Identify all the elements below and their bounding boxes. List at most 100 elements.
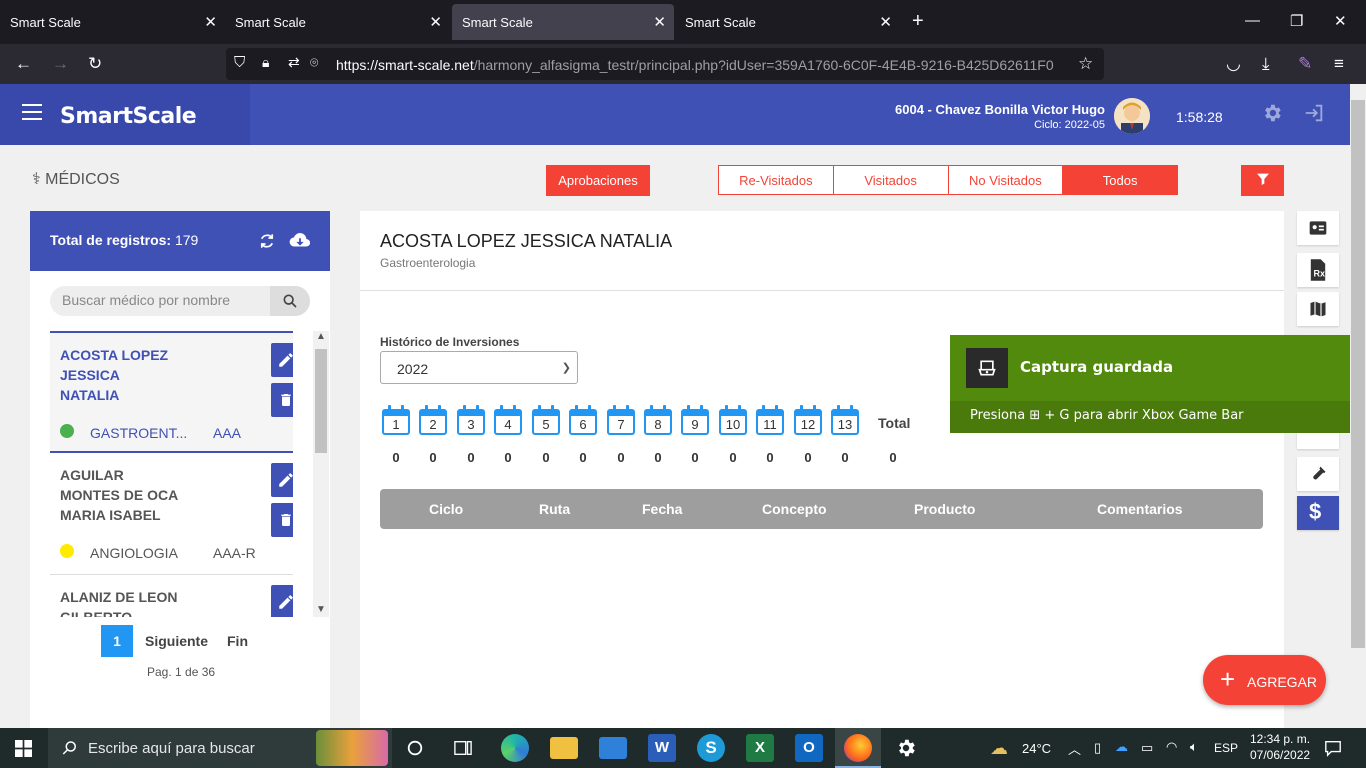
next-page-link[interactable]: Siguiente xyxy=(145,633,208,649)
download-icon[interactable]: ⤓ xyxy=(1262,54,1270,74)
delete-button[interactable] xyxy=(271,503,293,537)
chevron-up-icon[interactable]: ︿ xyxy=(1068,739,1081,758)
list-item[interactable]: AGUILAR MONTES DE OCA MARIA ISABEL ANGIOLO… xyxy=(50,453,293,575)
file-explorer-icon[interactable] xyxy=(550,737,578,759)
settings-icon[interactable] xyxy=(895,737,917,759)
tab-re-visitados[interactable]: Re-Visitados xyxy=(719,166,834,194)
excel-icon[interactable]: X xyxy=(746,734,774,762)
browser-tab-active[interactable]: Smart Scale ✕ xyxy=(452,4,674,40)
task-view-icon[interactable] xyxy=(454,739,472,757)
url-bar[interactable]: ⛉ 🔒︎ ⇄ ⌾ https://smart-scale.net/harmony… xyxy=(226,48,1104,80)
search-input[interactable] xyxy=(62,292,262,308)
close-icon[interactable]: ✕ xyxy=(429,13,442,31)
clock[interactable]: 12:34 p. m. 07/06/2022 xyxy=(1250,731,1310,763)
edit-button[interactable] xyxy=(271,343,293,377)
windows-start-icon[interactable] xyxy=(15,740,32,757)
search-button[interactable] xyxy=(270,286,310,316)
doctor-name: ALANIZ DE LEON GILBERTO xyxy=(60,587,177,617)
weather-icon[interactable]: ☁ xyxy=(990,738,1008,759)
doctor-name: AGUILAR MONTES DE OCA MARIA ISABEL xyxy=(60,465,178,525)
month-number: 10 xyxy=(719,416,747,435)
browser-tab[interactable]: Smart Scale ✕ xyxy=(675,0,900,44)
toast-notification[interactable]: Captura guardada Presiona ⊞ + G para abr… xyxy=(950,335,1350,433)
logout-icon[interactable] xyxy=(1303,102,1325,124)
volume-icon[interactable]: 🔈︎ xyxy=(1190,739,1198,755)
minimize-icon[interactable]: — xyxy=(1245,12,1260,29)
list-item[interactable]: ALANIZ DE LEON GILBERTO xyxy=(50,575,293,617)
scroll-down-icon[interactable]: ▼ xyxy=(316,604,326,615)
edit-button[interactable] xyxy=(271,585,293,617)
cloud-download-icon[interactable] xyxy=(289,230,311,252)
word-icon[interactable]: W xyxy=(648,734,676,762)
tab-no-visitados[interactable]: No Visitados xyxy=(948,166,1064,194)
restore-icon[interactable]: ❐ xyxy=(1290,12,1303,30)
wifi-icon[interactable]: ◠ xyxy=(1166,739,1177,755)
menu-icon[interactable]: ≡ xyxy=(1334,54,1344,74)
taskbar-search[interactable]: Escribe aquí para buscar xyxy=(48,728,392,768)
pencil-icon xyxy=(279,353,293,367)
last-page-link[interactable]: Fin xyxy=(227,633,248,649)
close-icon[interactable]: ✕ xyxy=(879,13,892,31)
plus-icon: + xyxy=(1220,664,1236,694)
year-select[interactable]: 2022 ❯ xyxy=(380,351,578,384)
delete-button[interactable] xyxy=(271,383,293,417)
list-scrollbar-thumb[interactable] xyxy=(315,349,327,453)
language-indicator[interactable]: ESP xyxy=(1214,741,1238,755)
close-icon[interactable]: ✕ xyxy=(653,13,666,31)
lock-icon[interactable]: 🔒︎ xyxy=(262,54,269,71)
forward-icon[interactable]: → xyxy=(52,54,69,74)
sample-button[interactable] xyxy=(1297,457,1339,491)
month-number: 3 xyxy=(457,416,485,435)
investment-button[interactable]: $ xyxy=(1297,496,1339,530)
reload-icon[interactable]: ↻ xyxy=(88,54,102,74)
contact-card-button[interactable] xyxy=(1297,211,1339,245)
cortana-icon[interactable] xyxy=(406,739,424,757)
approvals-button[interactable]: Aprobaciones xyxy=(546,165,650,196)
edit-button[interactable] xyxy=(271,463,293,497)
map-button[interactable] xyxy=(1297,292,1339,326)
refresh-icon[interactable] xyxy=(258,232,276,250)
doctor-specialty: Gastroenterologia xyxy=(380,256,476,270)
mail-icon[interactable] xyxy=(599,737,627,759)
outlook-icon[interactable]: O xyxy=(795,734,823,762)
page-number-button[interactable]: 1 xyxy=(101,625,133,657)
calendar-month-icon: 5 xyxy=(532,405,560,435)
gear-icon[interactable] xyxy=(1261,102,1283,124)
windows-taskbar: Escribe aquí para buscar W S X O ☁ 24°C … xyxy=(0,728,1366,768)
tab-todos[interactable]: Todos xyxy=(1063,166,1177,194)
month-value: 0 xyxy=(504,450,512,465)
close-icon[interactable]: ✕ xyxy=(204,13,217,31)
notifications-icon[interactable] xyxy=(1324,739,1342,757)
device-icon[interactable]: ▯ xyxy=(1094,740,1101,756)
hamburger-menu-icon[interactable] xyxy=(22,104,42,125)
tab-visitados[interactable]: Visitados xyxy=(833,166,949,194)
browser-tab[interactable]: Smart Scale ✕ xyxy=(225,0,450,44)
permissions-icon[interactable]: ⇄ xyxy=(288,54,300,71)
search-field xyxy=(50,286,310,316)
prescription-button[interactable]: Rx xyxy=(1297,253,1339,287)
onedrive-icon[interactable]: ☁ xyxy=(1115,739,1128,755)
edge-icon[interactable] xyxy=(501,734,529,762)
close-window-icon[interactable]: ✕ xyxy=(1334,12,1347,30)
shield-icon[interactable]: ⛉ xyxy=(234,54,245,71)
scroll-up-icon[interactable]: ▲ xyxy=(316,331,326,342)
extension-icon[interactable]: ✎ xyxy=(1298,54,1312,74)
bookmark-star-icon[interactable]: ☆ xyxy=(1078,54,1093,74)
page-scrollbar-thumb[interactable] xyxy=(1351,100,1365,648)
filter-button[interactable] xyxy=(1241,165,1284,196)
doctor-list: ACOSTA LOPEZ JESSICA NATALIA GASTROENT... … xyxy=(50,331,293,617)
browser-tab[interactable]: Smart Scale ✕ xyxy=(0,0,225,44)
list-item[interactable]: ACOSTA LOPEZ JESSICA NATALIA GASTROENT... … xyxy=(50,331,293,453)
battery-icon[interactable]: ▭ xyxy=(1141,740,1153,756)
back-icon[interactable]: ← xyxy=(15,54,32,74)
firefox-icon[interactable] xyxy=(844,734,872,762)
month-number: 5 xyxy=(532,416,560,435)
section-title: ⚕ MÉDICOS xyxy=(32,169,120,189)
new-tab-icon[interactable]: + xyxy=(912,10,924,33)
pocket-icon[interactable]: ◡ xyxy=(1226,54,1241,74)
toast-message: Presiona ⊞ + G para abrir Xbox Game Bar xyxy=(970,408,1244,423)
add-button[interactable]: + AGREGAR xyxy=(1203,655,1326,705)
page-info: Pag. 1 de 36 xyxy=(147,665,216,679)
location-icon[interactable]: ⌾ xyxy=(310,54,318,71)
skype-icon[interactable]: S xyxy=(697,734,725,762)
